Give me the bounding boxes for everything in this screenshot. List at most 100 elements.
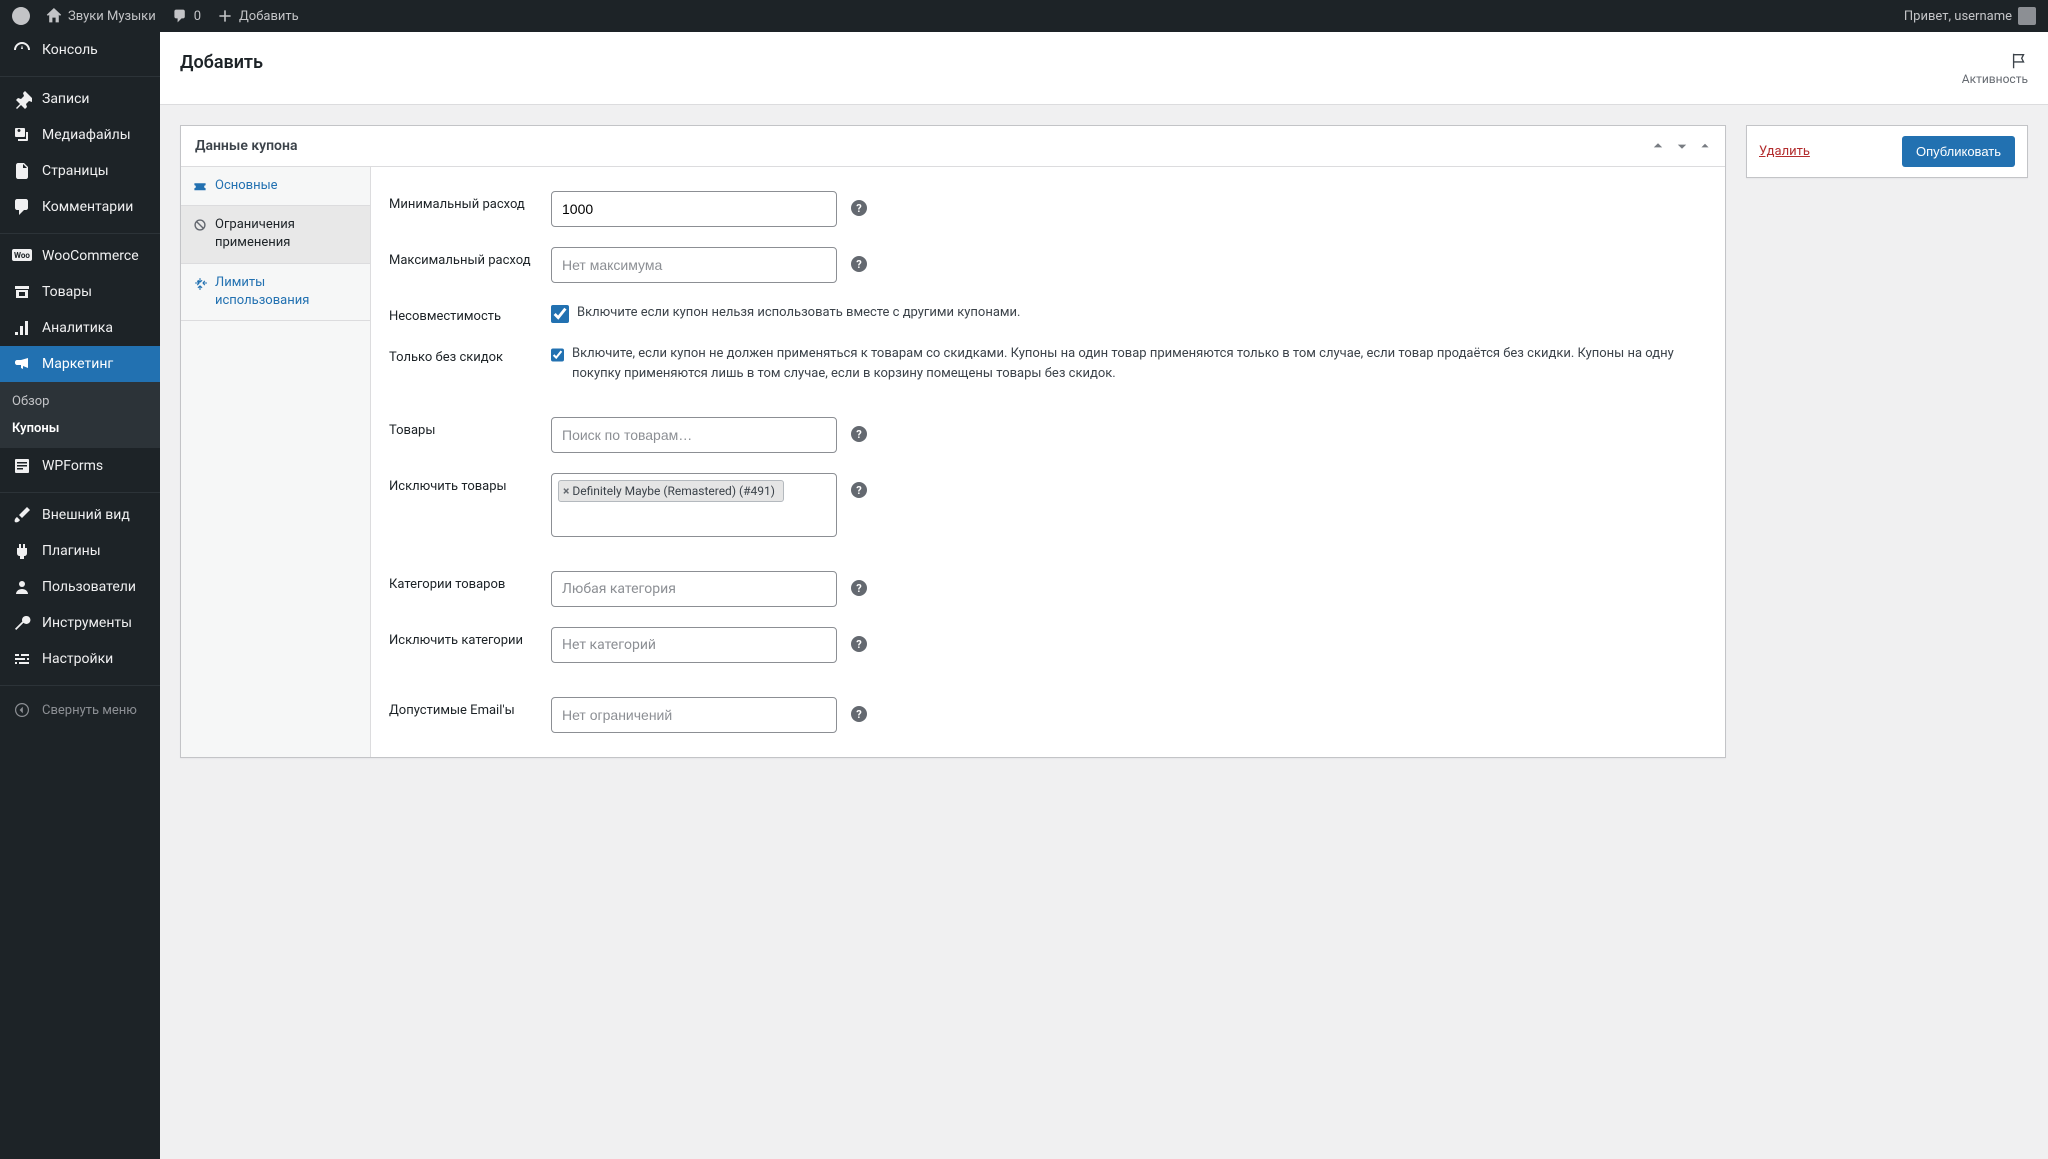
menu-label: Аналитика: [42, 320, 113, 336]
menu-item-woocommerce[interactable]: Woo WooCommerce: [0, 238, 160, 274]
collapse-menu[interactable]: Свернуть меню: [0, 690, 160, 730]
products-search-input[interactable]: [551, 417, 837, 453]
sliders-icon: [12, 649, 32, 669]
admin-sidebar: Консоль Записи Медиафайлы Страницы Комме…: [0, 32, 160, 1159]
tab-label: Основные: [215, 177, 278, 195]
categories-select[interactable]: Любая категория: [551, 571, 837, 607]
flag-icon: [2010, 52, 2028, 70]
exclude-sale-desc: Включите, если купон не должен применять…: [572, 344, 1707, 383]
remove-tag-icon[interactable]: ×: [563, 484, 569, 498]
emails-label: Допустимые Email'ы: [389, 697, 537, 718]
marketing-submenu: Обзор Купоны: [0, 382, 160, 448]
activity-button[interactable]: Активность: [1962, 52, 2028, 86]
menu-label: Маркетинг: [42, 356, 113, 372]
comments-icon: [12, 197, 32, 217]
products-icon: [12, 282, 32, 302]
delete-link[interactable]: Удалить: [1759, 144, 1810, 159]
publish-box: Удалить Опубликовать: [1746, 125, 2028, 178]
categories-label: Категории товаров: [389, 571, 537, 592]
help-icon[interactable]: ?: [851, 200, 867, 216]
user-icon: [12, 577, 32, 597]
metabox-title: Данные купона: [195, 138, 297, 154]
activity-label: Активность: [1962, 72, 2028, 86]
wp-logo-link[interactable]: [12, 7, 30, 25]
exclude-categories-label: Исключить категории: [389, 627, 537, 648]
tab-label: Ограничения применения: [215, 216, 358, 252]
tab-limits[interactable]: Лимиты использования: [181, 264, 370, 321]
admin-bar: Звуки Музыки 0 Добавить Привет, username: [0, 0, 2048, 32]
add-new-link[interactable]: Добавить: [217, 8, 299, 24]
menu-item-pages[interactable]: Страницы: [0, 153, 160, 189]
menu-item-wpforms[interactable]: WPForms: [0, 448, 160, 484]
max-spend-input[interactable]: [551, 247, 837, 283]
toggle-icon[interactable]: [1699, 139, 1711, 153]
home-icon: [46, 8, 62, 24]
ban-icon: [193, 218, 207, 232]
menu-item-marketing[interactable]: Маркетинг: [0, 346, 160, 382]
menu-item-comments[interactable]: Комментарии: [0, 189, 160, 225]
individual-use-checkbox[interactable]: [551, 305, 569, 323]
menu-label: Записи: [42, 91, 90, 107]
help-icon[interactable]: ?: [851, 580, 867, 596]
ticket-icon: [193, 179, 207, 193]
exclude-sale-label: Только без скидок: [389, 344, 537, 365]
menu-label: Комментарии: [42, 199, 133, 215]
woocommerce-icon: Woo: [12, 246, 32, 266]
plus-icon: [217, 8, 233, 24]
exclude-sale-checkbox[interactable]: [551, 346, 564, 364]
menu-item-plugins[interactable]: Плагины: [0, 533, 160, 569]
tab-label: Лимиты использования: [215, 274, 358, 310]
exclude-products-label: Исключить товары: [389, 473, 537, 494]
content-header: Добавить Активность: [160, 32, 2048, 105]
submenu-overview[interactable]: Обзор: [0, 388, 160, 415]
brush-icon: [12, 505, 32, 525]
content-area: Добавить Активность Данные купона: [160, 32, 2048, 1159]
menu-item-tools[interactable]: Инструменты: [0, 605, 160, 641]
comments-count: 0: [194, 9, 201, 24]
forms-icon: [12, 456, 32, 476]
menu-label: WPForms: [42, 458, 103, 474]
help-icon[interactable]: ?: [851, 706, 867, 722]
menu-item-media[interactable]: Медиафайлы: [0, 117, 160, 153]
individual-use-label: Несовместимость: [389, 303, 537, 324]
help-icon[interactable]: ?: [851, 482, 867, 498]
help-icon[interactable]: ?: [851, 426, 867, 442]
menu-label: Инструменты: [42, 615, 132, 631]
avatar: [2018, 7, 2036, 25]
tab-restrictions[interactable]: Ограничения применения: [181, 206, 370, 263]
move-up-icon[interactable]: [1651, 139, 1665, 153]
menu-item-appearance[interactable]: Внешний вид: [0, 497, 160, 533]
menu-label: Консоль: [42, 42, 98, 58]
comments-link[interactable]: 0: [172, 8, 201, 24]
menu-label: Страницы: [42, 163, 109, 179]
limits-icon: [193, 276, 207, 290]
site-home-link[interactable]: Звуки Музыки: [46, 8, 156, 24]
min-spend-input[interactable]: [551, 191, 837, 227]
collapse-icon: [12, 700, 32, 720]
menu-item-products[interactable]: Товары: [0, 274, 160, 310]
menu-item-users[interactable]: Пользователи: [0, 569, 160, 605]
individual-use-desc: Включите если купон нельзя использовать …: [577, 303, 1021, 323]
menu-label: Плагины: [42, 543, 101, 559]
move-down-icon[interactable]: [1675, 139, 1689, 153]
menu-item-analytics[interactable]: Аналитика: [0, 310, 160, 346]
pin-icon: [12, 89, 32, 109]
tab-general[interactable]: Основные: [181, 167, 370, 206]
menu-item-dashboard[interactable]: Консоль: [0, 32, 160, 68]
exclude-products-input[interactable]: × Definitely Maybe (Remastered) (#491): [551, 473, 837, 537]
menu-item-settings[interactable]: Настройки: [0, 641, 160, 677]
help-icon[interactable]: ?: [851, 256, 867, 272]
dashboard-icon: [12, 40, 32, 60]
media-icon: [12, 125, 32, 145]
help-icon[interactable]: ?: [851, 636, 867, 652]
menu-item-posts[interactable]: Записи: [0, 81, 160, 117]
user-account-link[interactable]: Привет, username: [1904, 7, 2036, 25]
analytics-icon: [12, 318, 32, 338]
menu-label: Настройки: [42, 651, 113, 667]
exclude-categories-select[interactable]: Нет категорий: [551, 627, 837, 663]
megaphone-icon: [12, 354, 32, 374]
menu-label: Пользователи: [42, 579, 136, 595]
submenu-coupons[interactable]: Купоны: [0, 415, 160, 442]
emails-input[interactable]: [551, 697, 837, 733]
publish-button[interactable]: Опубликовать: [1902, 136, 2015, 167]
